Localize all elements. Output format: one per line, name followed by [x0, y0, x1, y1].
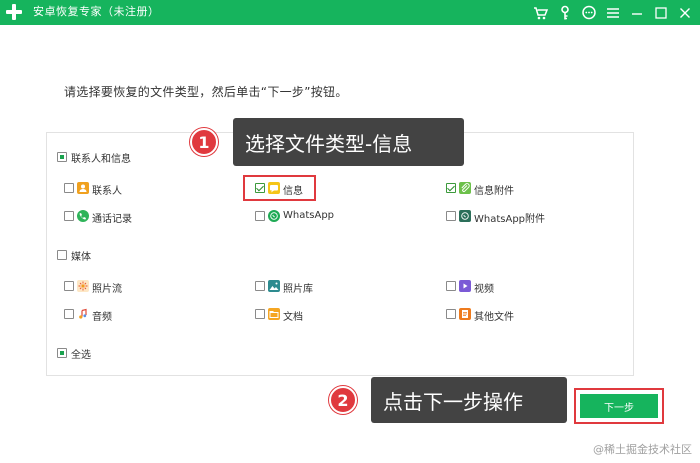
photo-stream-icon — [77, 280, 89, 292]
app-logo-icon — [6, 4, 22, 20]
close-icon[interactable] — [676, 4, 694, 22]
video-icon — [459, 280, 471, 292]
whatsapp-label: WhatsApp — [283, 210, 335, 221]
next-button[interactable]: 下一步 — [580, 394, 658, 418]
contacts-group-checkbox[interactable] — [57, 152, 67, 162]
whatsapp-attachment-label: WhatsApp附件 — [474, 214, 546, 225]
maximize-icon[interactable] — [652, 4, 670, 22]
media-group-checkbox[interactable] — [57, 250, 67, 260]
audio-checkbox[interactable] — [64, 309, 74, 319]
step2-callout-text: 点击下一步操作 — [383, 389, 523, 414]
whatsapp-attachment-icon — [459, 210, 471, 222]
whatsapp-icon — [268, 210, 280, 222]
contacts-label: 联系人 — [92, 186, 122, 197]
video-label: 视频 — [474, 284, 494, 295]
key-icon[interactable] — [556, 4, 574, 22]
message-attachment-icon — [459, 182, 471, 194]
audio-label: 音频 — [92, 312, 112, 323]
contacts-group-label: 联系人和信息 — [71, 154, 131, 165]
contacts-checkbox[interactable] — [64, 183, 74, 193]
photo-stream-checkbox[interactable] — [64, 281, 74, 291]
cart-icon[interactable] — [532, 4, 550, 22]
document-checkbox[interactable] — [255, 309, 265, 319]
menu-icon[interactable] — [604, 4, 622, 22]
message-attachment-label: 信息附件 — [474, 186, 514, 197]
contacts-icon — [77, 182, 89, 194]
whatsapp-checkbox[interactable] — [255, 211, 265, 221]
document-label: 文档 — [283, 312, 303, 323]
other-files-icon — [459, 308, 471, 320]
select-all-label: 全选 — [71, 350, 91, 361]
instruction-text: 请选择要恢复的文件类型，然后单击“下一步”按钮。 — [64, 85, 348, 99]
call-log-icon — [77, 210, 89, 222]
call-log-checkbox[interactable] — [64, 211, 74, 221]
other-files-label: 其他文件 — [474, 312, 514, 323]
title-bar: 安卓恢复专家（未注册） — [0, 0, 700, 25]
file-type-panel: 联系人和信息 联系人 信息 信息附件 通话记录 WhatsApp WhatsAp… — [46, 132, 634, 376]
photo-library-checkbox[interactable] — [255, 281, 265, 291]
photo-stream-label: 照片流 — [92, 284, 122, 295]
photo-library-label: 照片库 — [283, 284, 313, 295]
audio-icon — [77, 308, 89, 320]
document-icon — [268, 308, 280, 320]
photo-library-icon — [268, 280, 280, 292]
step1-badge: 1 — [190, 128, 218, 156]
title-bar-controls — [532, 0, 694, 25]
other-files-checkbox[interactable] — [446, 309, 456, 319]
watermark: @稀土掘金技术社区 — [593, 443, 692, 456]
select-all-checkbox[interactable] — [57, 348, 67, 358]
step2-badge: 2 — [329, 386, 357, 414]
step1-callout-text: 选择文件类型-信息 — [245, 131, 413, 156]
app-title: 安卓恢复专家（未注册） — [33, 5, 160, 18]
step2-callout: 点击下一步操作 — [371, 377, 567, 423]
whatsapp-attachment-checkbox[interactable] — [446, 211, 456, 221]
chat-icon[interactable] — [580, 4, 598, 22]
step1-callout: 选择文件类型-信息 — [233, 118, 464, 166]
message-attachment-checkbox[interactable] — [446, 183, 456, 193]
messages-highlight-box — [243, 175, 316, 201]
minimize-icon[interactable] — [628, 4, 646, 22]
media-group-label: 媒体 — [71, 252, 91, 263]
call-log-label: 通话记录 — [92, 214, 132, 225]
video-checkbox[interactable] — [446, 281, 456, 291]
